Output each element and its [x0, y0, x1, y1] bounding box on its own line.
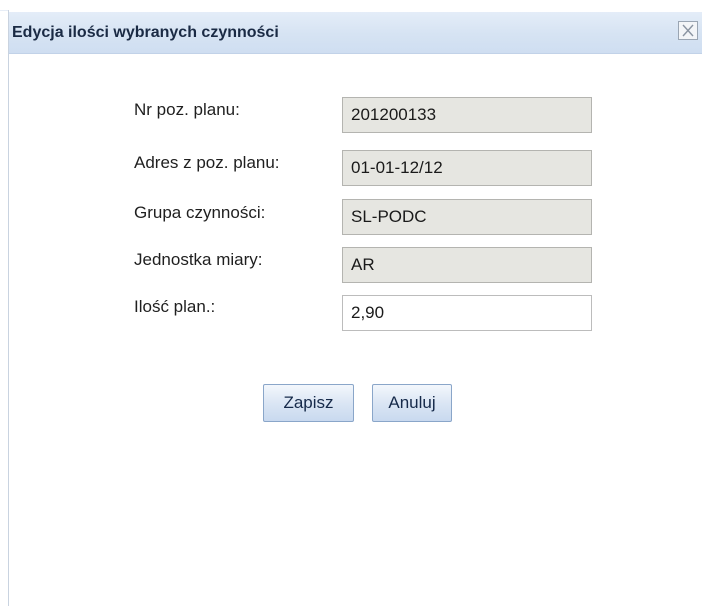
- cancel-button[interactable]: Anuluj: [372, 384, 452, 422]
- dialog-title: Edycja ilości wybranych czynności: [12, 24, 279, 41]
- planned-quantity-label: Ilość plan.:: [134, 297, 216, 316]
- plan-position-address-field: 01-01-12/12: [342, 150, 592, 186]
- plan-position-number-label: Nr poz. planu:: [134, 100, 240, 119]
- save-button[interactable]: Zapisz: [263, 384, 354, 422]
- close-button[interactable]: [678, 21, 698, 40]
- edit-quantity-dialog: Edycja ilości wybranych czynności Nr poz…: [8, 10, 702, 606]
- activity-group-field: SL-PODC: [342, 199, 592, 235]
- unit-of-measure-label: Jednostka miary:: [134, 250, 263, 269]
- unit-of-measure-field: AR: [342, 247, 592, 283]
- planned-quantity-input[interactable]: 2,90: [342, 295, 592, 331]
- dialog-titlebar[interactable]: Edycja ilości wybranych czynności: [9, 12, 702, 54]
- activity-group-label: Grupa czynności:: [134, 203, 266, 222]
- close-icon: [682, 24, 694, 37]
- plan-position-number-field: 201200133: [342, 97, 592, 133]
- plan-position-address-label: Adres z poz. planu:: [134, 153, 280, 172]
